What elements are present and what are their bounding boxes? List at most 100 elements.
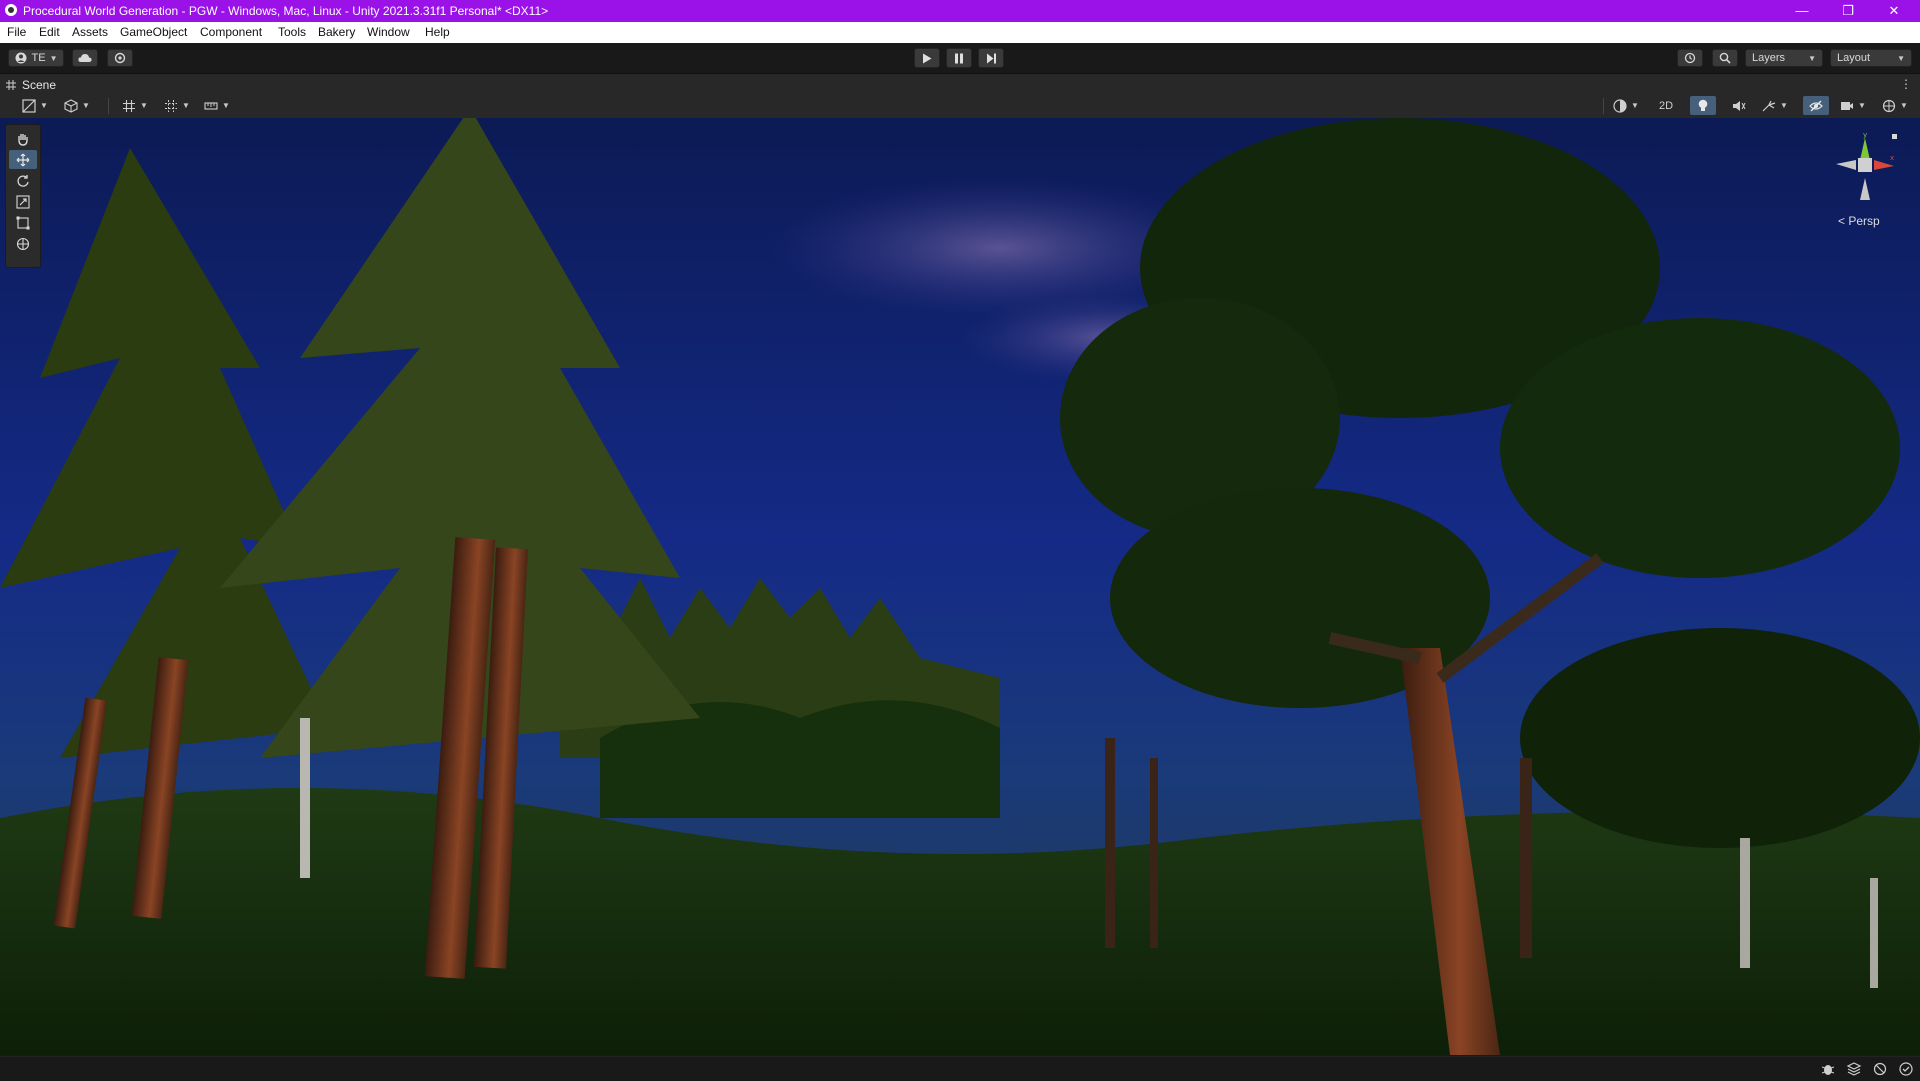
menu-bakery[interactable]: Bakery — [318, 25, 355, 39]
cloud-button[interactable] — [72, 49, 98, 67]
layers-label: Layers — [1752, 52, 1786, 64]
tab-scene[interactable]: Scene — [6, 76, 56, 94]
hand-icon — [18, 133, 28, 146]
axis-gizmo-icon: y x — [1836, 131, 1897, 200]
menu-bar: File Edit Assets GameObject Component To… — [0, 22, 1920, 43]
effects-icon — [1762, 100, 1776, 111]
mode-2d-label: 2D — [1658, 99, 1674, 112]
network-icon[interactable] — [1872, 1061, 1888, 1077]
chevron-down-icon: ▼ — [40, 101, 48, 110]
rotate-tool[interactable] — [9, 171, 37, 190]
ruler-icon — [204, 101, 218, 110]
search-icon — [1719, 52, 1731, 64]
svg-text:x: x — [1890, 154, 1894, 162]
cloud-icon — [78, 54, 92, 62]
camera-settings-dropdown[interactable]: ▼ — [1836, 96, 1870, 115]
render-mode-dropdown[interactable]: ▼ — [60, 96, 94, 115]
layers-stack-icon[interactable] — [1846, 1061, 1862, 1077]
chevron-down-icon: ▼ — [1631, 101, 1639, 110]
svg-text:y: y — [1863, 131, 1867, 139]
lighting-toggle[interactable] — [1690, 96, 1716, 115]
hand-tool[interactable] — [9, 129, 37, 148]
snap-grid-icon — [165, 99, 178, 112]
window-title: Procedural World Generation - PGW - Wind… — [23, 4, 549, 18]
play-icon — [923, 53, 932, 63]
tree-trunk — [1520, 758, 1532, 958]
account-dropdown[interactable]: TE ▼ — [8, 49, 64, 67]
separator — [1603, 98, 1604, 114]
shading-mode-dropdown[interactable]: ▼ — [1609, 96, 1643, 115]
scale-tool[interactable] — [9, 192, 37, 211]
tree-trunk — [1105, 738, 1115, 948]
chevron-down-icon: ▼ — [1780, 101, 1788, 110]
scene-render — [0, 118, 1920, 1055]
grid-visibility-dropdown[interactable]: ▼ — [118, 96, 152, 115]
grid-snap-dropdown[interactable]: ▼ — [160, 96, 194, 115]
menu-assets[interactable]: Assets — [72, 25, 108, 39]
menu-tools[interactable]: Tools — [278, 25, 306, 39]
draw-mode-dropdown[interactable]: ▼ — [18, 96, 52, 115]
menu-window[interactable]: Window — [367, 25, 410, 39]
rotate-icon — [17, 174, 29, 187]
menu-file[interactable]: File — [7, 25, 26, 39]
separator — [108, 98, 109, 114]
play-button[interactable] — [914, 48, 940, 68]
history-button[interactable] — [1677, 49, 1703, 67]
tree-canopy — [1520, 628, 1920, 848]
chevron-down-icon: ▼ — [222, 101, 230, 110]
scene-tab-bar: Scene ⋮ — [0, 74, 1920, 94]
effects-dropdown[interactable]: ▼ — [1758, 96, 1792, 115]
search-button[interactable] — [1712, 49, 1738, 67]
shaded-icon — [22, 98, 36, 113]
chevron-down-icon: ▼ — [1900, 101, 1908, 110]
layout-label: Layout — [1837, 52, 1871, 64]
pause-icon — [955, 53, 963, 63]
audio-toggle[interactable] — [1726, 96, 1752, 115]
sphere-icon — [1613, 98, 1627, 113]
menu-edit[interactable]: Edit — [39, 25, 60, 39]
unity-logo-icon — [5, 4, 17, 16]
pause-button[interactable] — [946, 48, 972, 68]
more-options-icon[interactable]: ⋮ — [1900, 77, 1912, 91]
chevron-down-icon: ▼ — [1897, 53, 1905, 63]
increment-snap-dropdown[interactable]: ▼ — [200, 96, 234, 115]
minimize-button[interactable]: — — [1780, 0, 1824, 22]
restore-button[interactable]: ❐ — [1826, 0, 1870, 22]
account-icon — [15, 52, 26, 64]
step-icon — [986, 53, 996, 63]
collab-button[interactable] — [107, 49, 133, 67]
main-toolbar: TE ▼ Layers ▼ Layout ▼ — [0, 43, 1920, 74]
chevron-down-icon: ▼ — [82, 101, 90, 110]
gizmos-dropdown[interactable]: ▼ — [1878, 96, 1912, 115]
birch-trunk — [1740, 838, 1750, 968]
menu-component[interactable]: Component — [200, 25, 262, 39]
tree-canopy — [1500, 318, 1900, 578]
layers-dropdown[interactable]: Layers ▼ — [1745, 49, 1823, 67]
camera-icon — [1841, 101, 1854, 110]
scene-visibility-toggle[interactable] — [1803, 96, 1829, 115]
status-bar — [0, 1056, 1920, 1081]
close-button[interactable]: ✕ — [1872, 0, 1916, 22]
menu-gameobject[interactable]: GameObject — [120, 25, 187, 39]
scene-view-toolbar: ▼ ▼ ▼ ▼ ▼ ▼ 2D ▼ ▼ ▼ — [0, 94, 1920, 119]
check-circle-icon[interactable] — [1898, 1061, 1914, 1077]
projection-toggle[interactable]: < Persp — [1838, 214, 1880, 228]
step-button[interactable] — [978, 48, 1004, 68]
chevron-down-icon: ▼ — [140, 101, 148, 110]
mode-2d-toggle[interactable]: 2D — [1651, 96, 1681, 115]
rect-tool[interactable] — [9, 213, 37, 232]
layout-dropdown[interactable]: Layout ▼ — [1830, 49, 1912, 67]
move-arrows-icon — [16, 153, 30, 166]
scene-viewport[interactable] — [0, 118, 1920, 1055]
speaker-icon — [1733, 100, 1746, 111]
bug-icon[interactable] — [1820, 1061, 1836, 1077]
menu-help[interactable]: Help — [425, 25, 450, 39]
transform-tool[interactable] — [9, 234, 37, 253]
rect-transform-icon — [16, 216, 30, 229]
tool-palette — [5, 124, 41, 268]
cube-icon — [64, 98, 78, 113]
birch-trunk — [1870, 878, 1878, 988]
grid-icon — [123, 99, 136, 112]
move-tool[interactable] — [9, 150, 37, 169]
chevron-down-icon: ▼ — [49, 53, 58, 63]
